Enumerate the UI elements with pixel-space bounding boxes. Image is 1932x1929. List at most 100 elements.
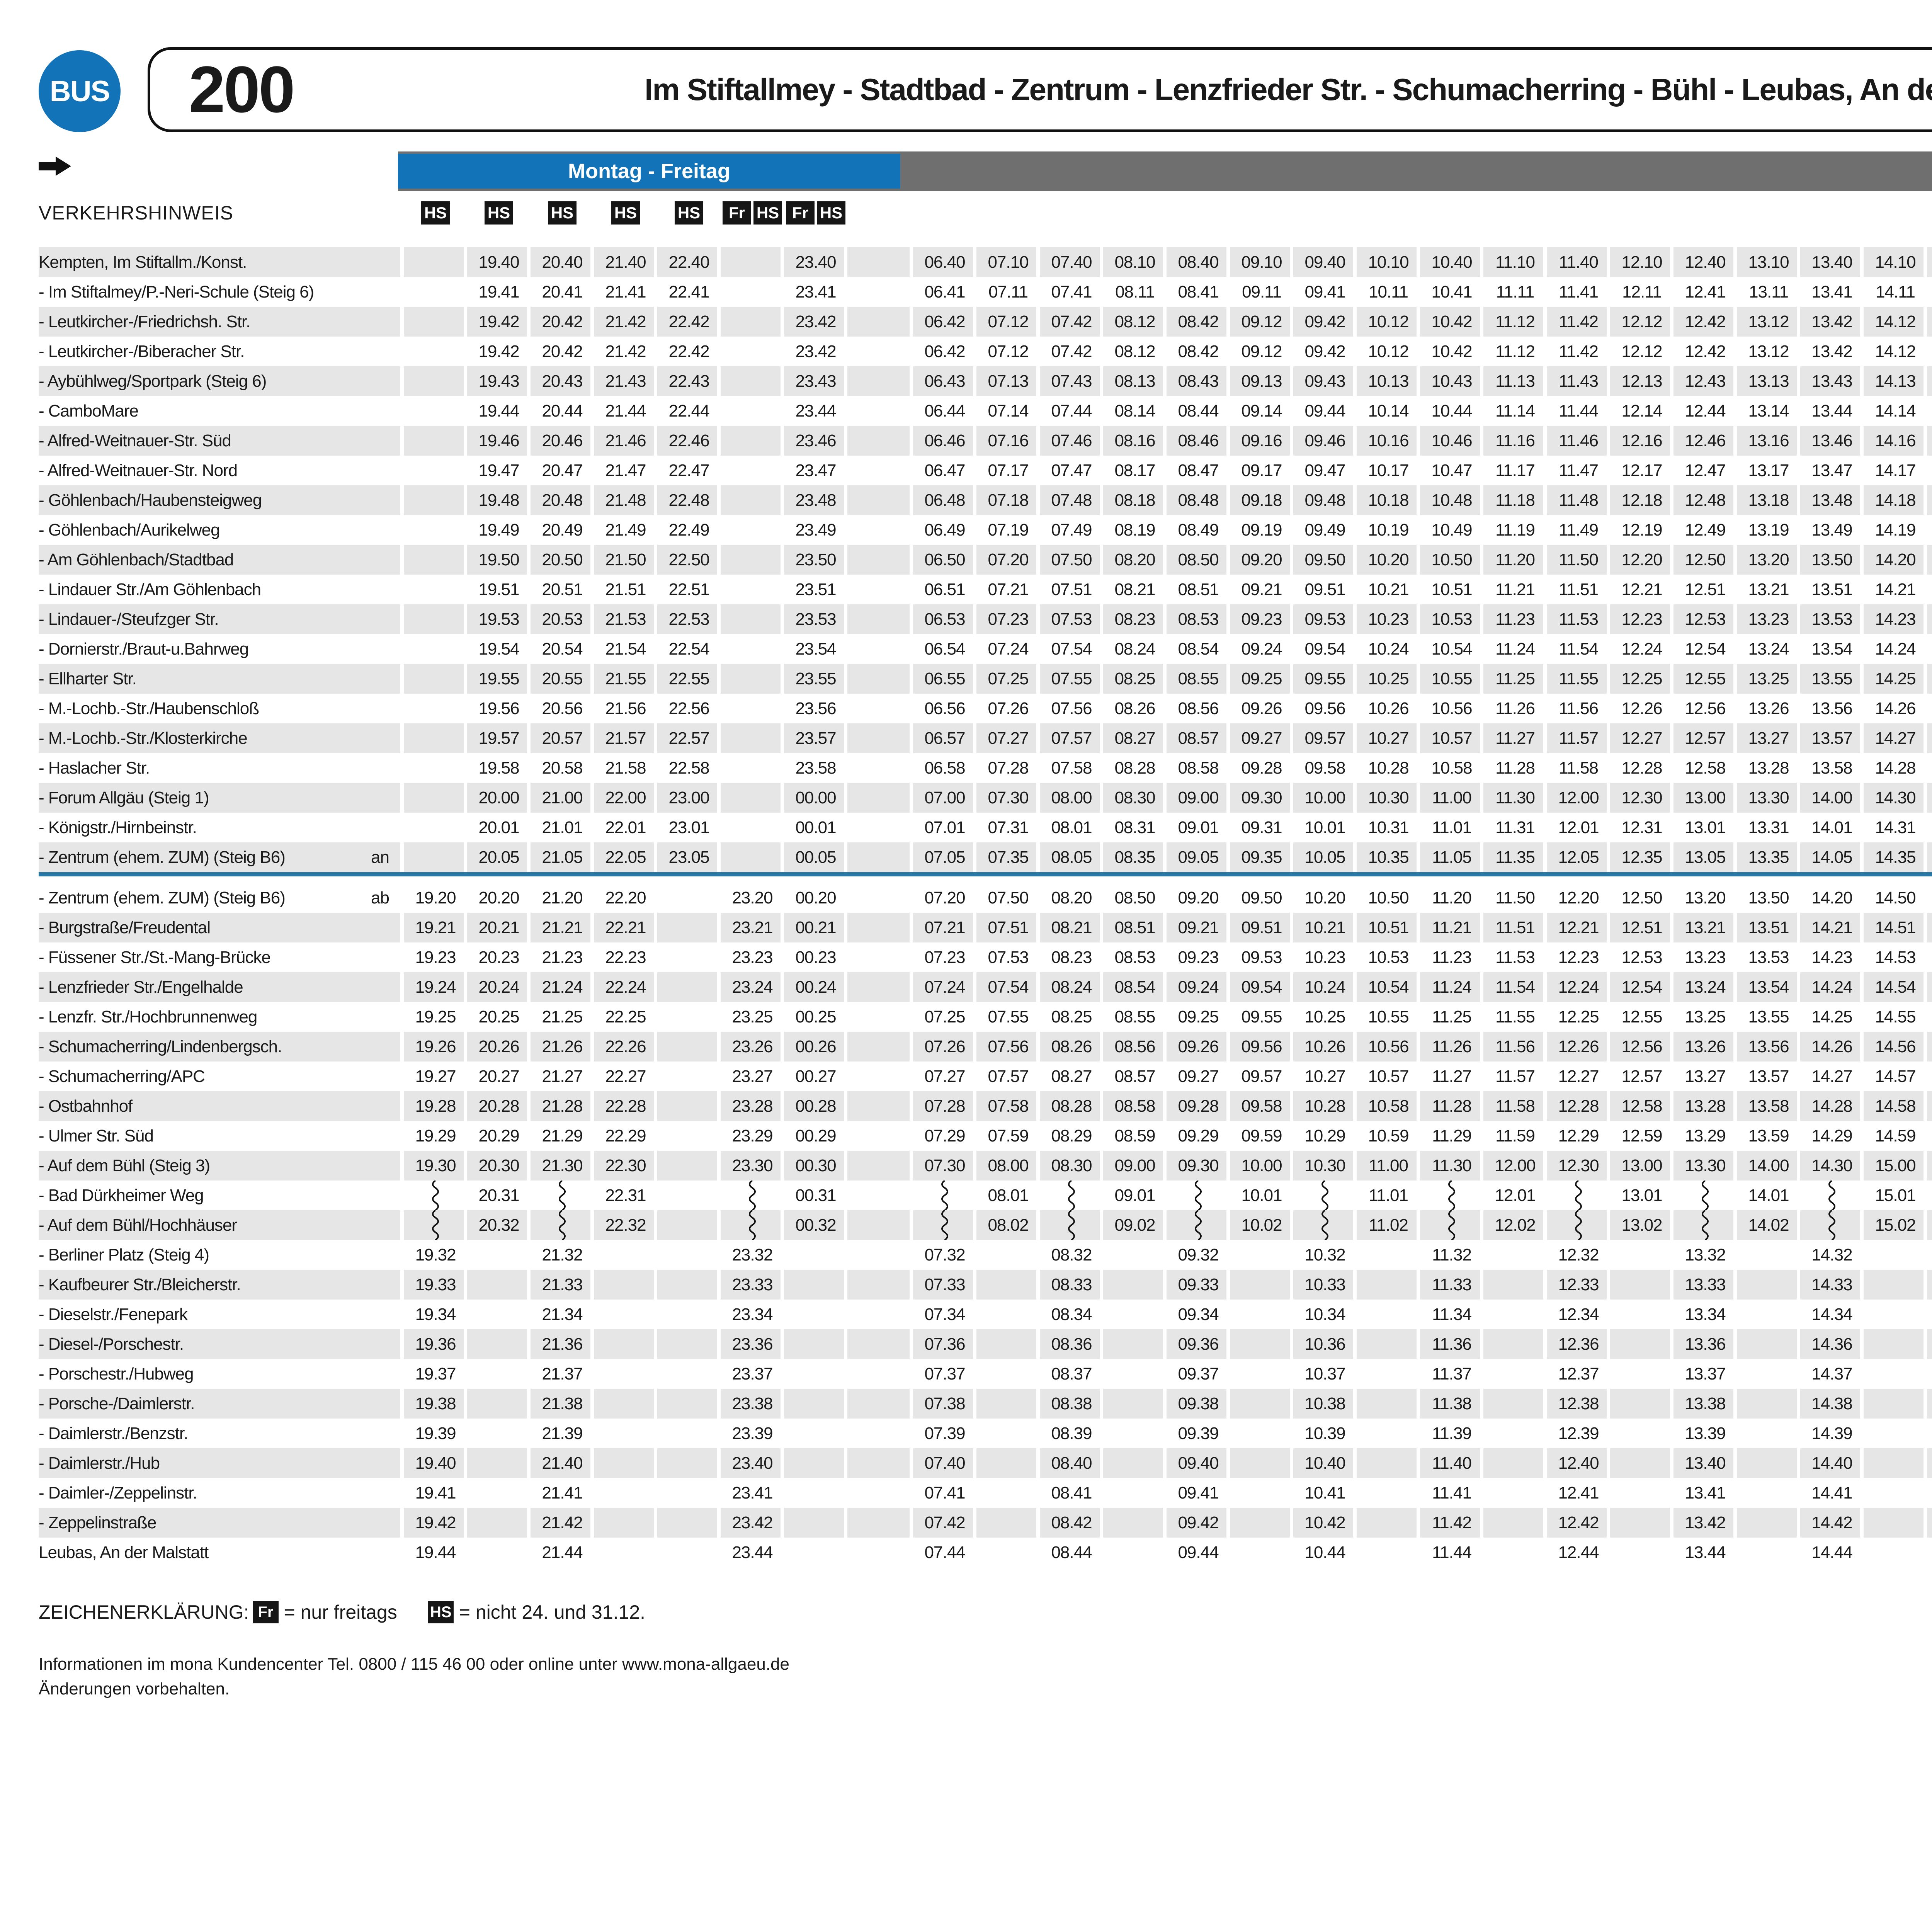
time-cell: 22.29 (594, 1121, 657, 1151)
time-cell (1103, 1508, 1167, 1538)
time-cell: 22.49 (657, 515, 721, 545)
time-cell: 14.24 (1800, 972, 1864, 1002)
time-cell (404, 307, 467, 337)
time-cell: 07.42 (1040, 307, 1103, 337)
station-name: - CamboMare (39, 401, 138, 421)
time-cell: 22.26 (594, 1032, 657, 1061)
time-cell: 07.44 (913, 1538, 976, 1567)
time-cell: 11.26 (1483, 694, 1547, 723)
time-cell: 09.01 (1103, 1181, 1167, 1210)
time-cell: 10.00 (1293, 783, 1357, 813)
time-cell: 11.12 (1483, 307, 1547, 337)
time-cell (1103, 1478, 1167, 1508)
time-cell: 12.36 (1547, 1329, 1610, 1359)
time-cell (1103, 1300, 1167, 1329)
time-cell: 23.54 (784, 634, 847, 664)
time-cell (1357, 1270, 1420, 1300)
time-cell: 12.25 (1610, 664, 1673, 694)
time-cell: 09.50 (1230, 883, 1293, 913)
time-cell: 14.55 (1927, 664, 1932, 694)
time-cell (1737, 1359, 1800, 1389)
hs-badge: HS (675, 201, 703, 225)
station-name: - Ellharter Str. (39, 669, 136, 689)
time-cell: 21.26 (531, 1032, 594, 1061)
time-cell: 07.21 (976, 575, 1040, 604)
time-cell (1103, 1329, 1167, 1359)
time-cell: 11.50 (1483, 883, 1547, 913)
time-cell: 10.50 (1357, 883, 1420, 913)
time-cell: 11.35 (1483, 842, 1547, 872)
time-cell (1737, 1240, 1800, 1270)
table-row: - Zentrum (ehem. ZUM) (Steig B6)ab19.202… (39, 883, 1932, 913)
footer-info-line: Informationen im mona Kundencenter Tel. … (39, 1655, 789, 1674)
time-cell: 08.34 (1040, 1300, 1103, 1329)
time-cell: 14.23 (1864, 604, 1927, 634)
spacer-cell (847, 972, 913, 1002)
time-cell (1357, 1538, 1420, 1567)
time-cell: 06.41 (913, 277, 976, 307)
time-cell: 07.56 (1040, 694, 1103, 723)
time-cell: 11.43 (1547, 366, 1610, 396)
time-cell: 15.00 (1927, 783, 1932, 813)
time-cell: 22.31 (594, 1181, 657, 1210)
time-cell: 19.43 (467, 366, 531, 396)
time-cell (1483, 1389, 1547, 1419)
time-cell (721, 1181, 784, 1210)
time-cell (1483, 1300, 1547, 1329)
time-cell: 12.32 (1547, 1240, 1610, 1270)
time-cell: 09.41 (1167, 1478, 1230, 1508)
time-cell: 13.12 (1737, 337, 1800, 366)
time-cell: 08.56 (1167, 694, 1230, 723)
time-cell: 09.00 (1103, 1151, 1167, 1181)
time-cell: 14.26 (1864, 694, 1927, 723)
time-cell: 06.42 (913, 307, 976, 337)
time-cell: 13.58 (1800, 753, 1864, 783)
time-cell (404, 842, 467, 872)
time-cell: 09.31 (1230, 813, 1293, 842)
time-cell: 14.57 (1864, 1061, 1927, 1091)
time-cell (1103, 1240, 1167, 1270)
time-cell (1737, 1389, 1800, 1419)
time-cell (531, 1181, 594, 1210)
time-cell: 09.05 (1167, 842, 1230, 872)
time-cell: 19.47 (467, 456, 531, 485)
time-cell: 23.33 (721, 1270, 784, 1300)
spacer-cell (847, 1538, 913, 1567)
time-cell: 08.46 (1167, 426, 1230, 456)
column-badges: HS (531, 195, 594, 231)
time-cell: 20.20 (467, 883, 531, 913)
time-cell: 08.18 (1103, 485, 1167, 515)
time-cell (594, 1478, 657, 1508)
time-cell: 14.50 (1927, 545, 1932, 575)
time-cell: 13.26 (1673, 1032, 1737, 1061)
time-cell: 19.54 (467, 634, 531, 664)
table-row: - Zentrum (ehem. ZUM) (Steig B6)an20.052… (39, 842, 1932, 872)
time-cell: 21.42 (531, 1508, 594, 1538)
station-name: - Lindauer Str./Am Göhlenbach (39, 580, 261, 599)
time-cell (721, 723, 784, 753)
time-cell: 12.27 (1610, 723, 1673, 753)
time-cell: 12.26 (1610, 694, 1673, 723)
time-cell: 10.34 (1293, 1300, 1357, 1329)
time-cell (784, 1448, 847, 1478)
time-cell: 19.50 (467, 545, 531, 575)
station-cell: - Schumacherring/APC (39, 1061, 404, 1091)
time-cell (657, 1091, 721, 1121)
time-cell: 11.11 (1483, 277, 1547, 307)
time-cell: 08.44 (1167, 396, 1230, 426)
time-cell (657, 972, 721, 1002)
time-cell (404, 337, 467, 366)
time-cell: 08.31 (1103, 813, 1167, 842)
verkehrshinweis-label: VERKEHRSHINWEIS (39, 202, 404, 224)
time-cell: 13.40 (1800, 247, 1864, 277)
time-cell: 07.34 (913, 1300, 976, 1329)
time-cell (976, 1329, 1040, 1359)
time-cell (1230, 1389, 1293, 1419)
time-cell: 13.51 (1800, 575, 1864, 604)
time-cell: 08.28 (1040, 1091, 1103, 1121)
time-cell: 20.46 (531, 426, 594, 456)
time-cell: 10.24 (1293, 972, 1357, 1002)
time-cell: 12.01 (1483, 1181, 1547, 1210)
time-cell: 14.12 (1864, 337, 1927, 366)
time-cell: 08.27 (1103, 723, 1167, 753)
